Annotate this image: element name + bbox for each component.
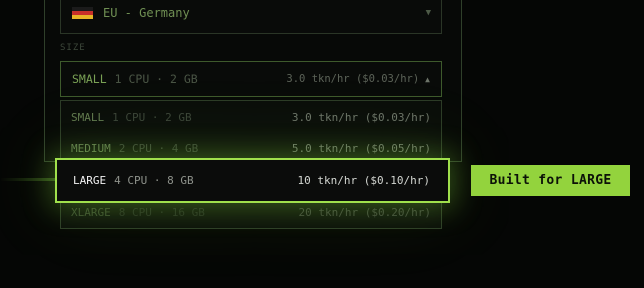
option-name: SMALL — [71, 111, 105, 124]
option-price: 10 tkn/hr ($0.10/hr) — [297, 174, 430, 187]
option-spec: 2 CPU · 4 GB — [118, 142, 199, 155]
size-section-label: SIZE — [60, 43, 86, 53]
chevron-up-icon: ▲ — [425, 74, 430, 84]
size-select-name: SMALL — [72, 72, 107, 86]
size-select[interactable]: SMALL 1 CPU · 2 GB 3.0 tkn/hr ($0.03/hr)… — [60, 61, 442, 97]
option-name: MEDIUM — [71, 142, 111, 155]
size-select-price: 3.0 tkn/hr ($0.03/hr) — [286, 73, 420, 85]
option-spec: 4 CPU · 8 GB — [114, 174, 194, 187]
germany-flag-icon — [72, 6, 93, 20]
option-price: 20 tkn/hr ($0.20/hr) — [298, 206, 431, 219]
size-option-large-highlighted[interactable]: LARGE 4 CPU · 8 GB 10 tkn/hr ($0.10/hr) — [55, 158, 450, 203]
size-option-small[interactable]: SMALL 1 CPU · 2 GB 3.0 tkn/hr ($0.03/hr) — [60, 102, 442, 133]
region-select-value: EU - Germany — [103, 6, 190, 20]
built-for-badge: Built for LARGE — [471, 165, 630, 196]
option-name: LARGE — [73, 174, 107, 187]
size-select-spec: 1 CPU · 2 GB — [114, 72, 198, 86]
option-spec: 1 CPU · 2 GB — [112, 111, 192, 124]
region-select[interactable]: EU - Germany ▼ — [60, 0, 442, 34]
option-price: 5.0 tkn/hr ($0.05/hr) — [291, 142, 431, 155]
chevron-down-icon: ▼ — [425, 8, 431, 18]
glow-line — [0, 178, 56, 181]
option-spec: 8 CPU · 16 GB — [118, 206, 205, 219]
option-price: 3.0 tkn/hr ($0.03/hr) — [291, 111, 431, 124]
option-name: XLARGE — [71, 206, 111, 219]
